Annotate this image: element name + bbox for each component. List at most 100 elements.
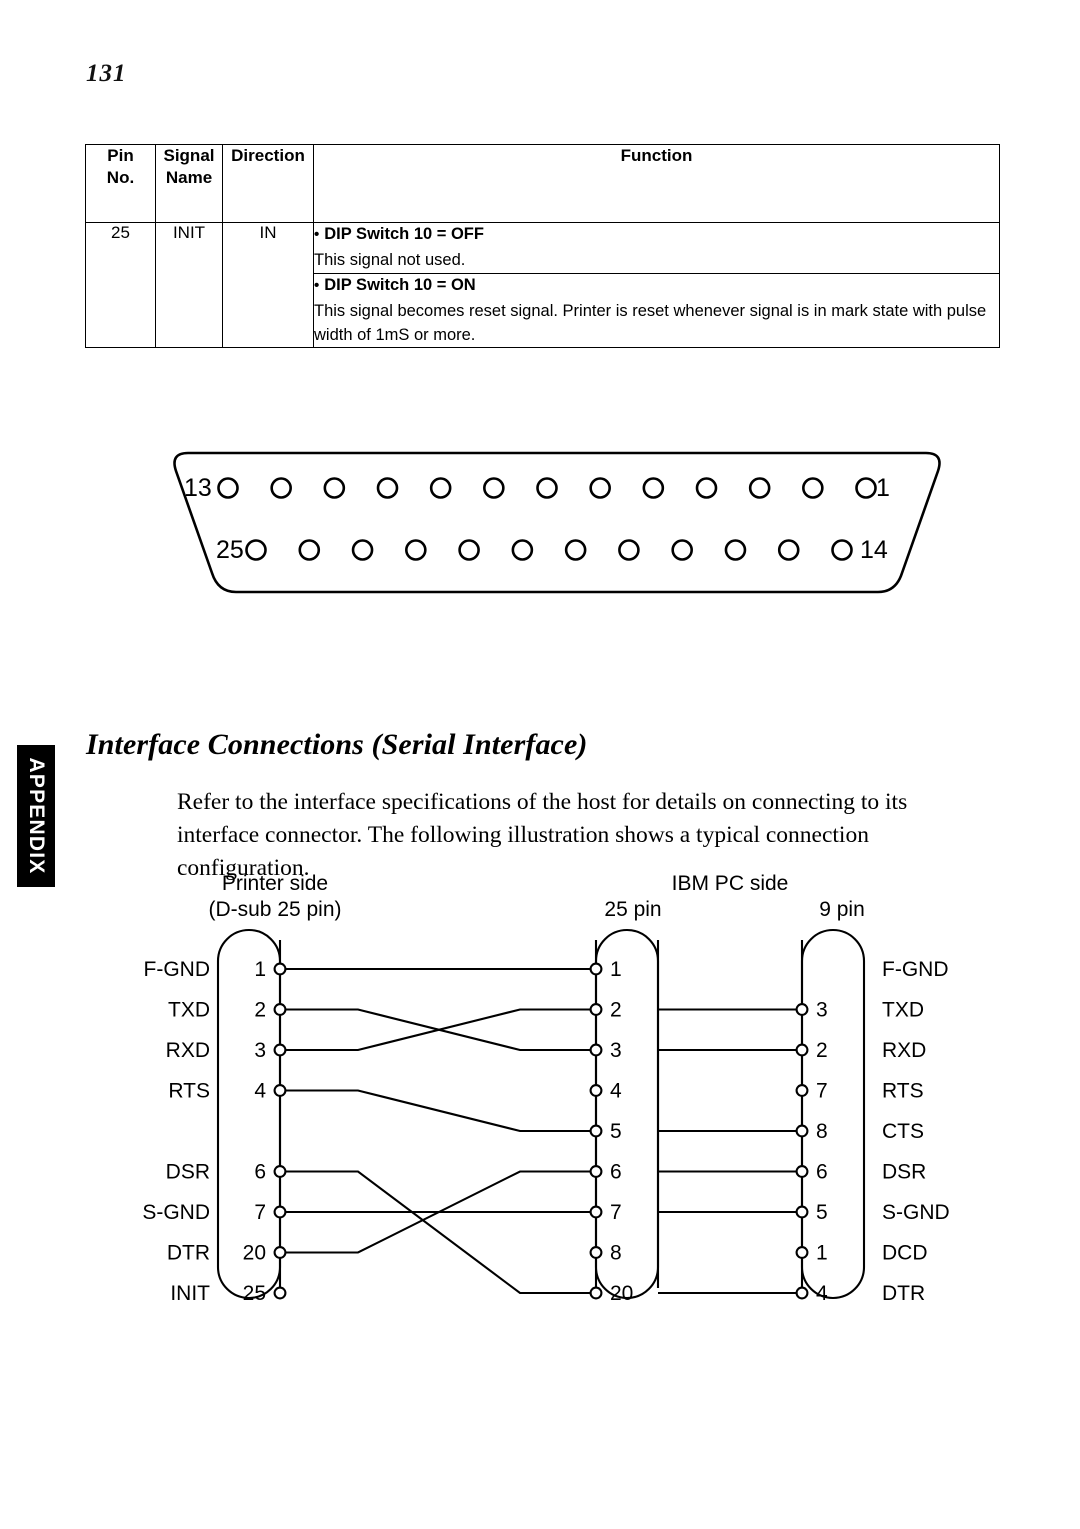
table-row: 25 INIT IN • DIP Switch 10 = OFF This sig… <box>85 221 1000 349</box>
caption-ibm-9pin: 9 pin <box>819 898 865 921</box>
ibm9-pin-hole <box>795 1124 809 1138</box>
printer-pin-hole <box>273 1165 287 1178</box>
printer-to-25pin-wires <box>280 967 596 1295</box>
printer-pin-number: 3 <box>254 1039 266 1062</box>
column-header-direction: Direction <box>222 144 314 223</box>
column-header-pin-no: Pin No. <box>85 144 156 223</box>
dsub-pin-hole <box>589 477 611 499</box>
pin-assignment-table: Pin No. Signal Name Direction Function 2… <box>85 144 1000 349</box>
function-bullet-text-off: DIP Switch 10 = OFF <box>324 225 484 243</box>
printer-pin-hole <box>273 1205 287 1219</box>
printer-pin-hole <box>273 1246 287 1259</box>
ibm9-pin-hole <box>795 1003 809 1016</box>
dsub-label-25: 25 <box>216 536 244 564</box>
printer-signal-label: DSR <box>166 1161 210 1184</box>
ibm25-pin-hole <box>589 1084 603 1097</box>
printer-pin-number: 4 <box>254 1080 266 1103</box>
ibm9-signal-label: RXD <box>882 1039 926 1062</box>
ibm9-signal-label: F-GND <box>882 958 949 981</box>
printer-pin-hole <box>273 1084 287 1097</box>
dsub-pin-hole <box>724 539 747 561</box>
dsub-pin-hole <box>245 539 267 561</box>
printer-signal-label: DTR <box>167 1242 210 1265</box>
table-header-row: Pin No. Signal Name Direction Function <box>85 144 1000 223</box>
ibm25-pin-number: 5 <box>610 1120 622 1143</box>
cell-direction: IN <box>222 221 314 349</box>
ibm9-signal-label: TXD <box>882 999 924 1022</box>
ibm9-pin-hole <box>795 1246 809 1259</box>
dsub-pin-hole <box>536 477 558 499</box>
cell-function-dipswitch-off: • DIP Switch 10 = OFF This signal not use… <box>313 222 1000 274</box>
header-signal-line2: Name <box>165 167 213 187</box>
function-bullet-text-on: DIP Switch 10 = ON <box>324 275 476 294</box>
dsub-pin-hole <box>748 477 771 499</box>
dsub-pin-hole <box>642 477 665 499</box>
dsub-pin-hole <box>618 539 640 561</box>
caption-printer-dsub: (D-sub 25 pin) <box>208 898 341 921</box>
dsub-pin-hole <box>298 539 321 561</box>
printer-signal-label: F-GND <box>144 958 211 981</box>
ibm9-signal-label: CTS <box>882 1120 924 1143</box>
ibm9-pin-hole <box>795 1165 809 1178</box>
dsub-pin-hole <box>217 477 239 499</box>
cell-pin-no: 25 <box>85 221 156 349</box>
ibm9-pin-hole <box>795 1084 809 1097</box>
25pin-to-9pin-wires <box>658 1008 802 1295</box>
ibm25-pin-hole <box>589 1165 603 1178</box>
bullet-dot-icon: • <box>314 226 320 243</box>
dsub-pin-hole <box>405 539 427 561</box>
printer-signal-label: RXD <box>166 1039 210 1062</box>
printer-signal-label: INIT <box>170 1282 210 1305</box>
ibm9-pin-number: 1 <box>816 1242 828 1265</box>
printer-pin-hole <box>273 1286 287 1300</box>
dsub-pin-hole <box>270 477 292 499</box>
wire-printer-to-25pin <box>280 1089 596 1133</box>
cell-function-dipswitch-on: • DIP Switch 10 = ON This signal becomes … <box>313 272 1000 349</box>
dsub-pin-hole <box>511 539 534 561</box>
ibm9-pin-hole <box>795 1205 809 1219</box>
serial-wiring-diagram: Printer side (D-sub 25 pin) IBM PC side … <box>142 872 950 1305</box>
header-pin-line1: Pin <box>107 146 134 165</box>
dsub-pin-hole <box>429 477 452 499</box>
ibm25-pin-number: 8 <box>610 1242 622 1265</box>
ibm25-pin-hole <box>589 1043 603 1057</box>
dsub-pin-hole <box>323 477 346 499</box>
printer-signal-label: S-GND <box>142 1201 210 1224</box>
ibm25-pin-group: 1 2 3 4 5 6 7 8 20 <box>589 958 633 1305</box>
caption-ibm-pc-side: IBM PC side <box>672 872 789 895</box>
ibm25-connector-shell <box>594 928 660 1300</box>
printer-pin-number: 20 <box>243 1242 266 1265</box>
function-body-on: This signal becomes reset signal. Printe… <box>314 302 987 344</box>
ibm9-signal-label: DCD <box>882 1242 928 1265</box>
printer-pin-hole <box>273 1003 287 1016</box>
ibm25-pin-number: 3 <box>610 1039 622 1062</box>
printer-pin-number: 25 <box>243 1282 266 1305</box>
ibm9-pin-hole <box>795 1043 809 1057</box>
cell-signal-name: INIT <box>155 221 223 349</box>
caption-ibm-25pin: 25 pin <box>604 898 661 921</box>
ibm9-pin-number: 6 <box>816 1161 828 1184</box>
dsub-pin-hole <box>855 477 877 499</box>
function-body-off: This signal not used. <box>314 251 466 270</box>
printer-pin-group: F-GND 1 TXD 2 RXD 3 RTS 4 DSR 6 S-GND 7 DTR 20 INIT 25 <box>142 958 287 1305</box>
dsub-pin-hole <box>695 477 718 499</box>
ibm9-pin-number: 5 <box>816 1201 828 1224</box>
dsub-pin-hole <box>483 477 505 499</box>
ibm25-pin-hole <box>589 1003 603 1016</box>
printer-pin-number: 2 <box>254 999 266 1022</box>
wire-printer-to-25pin <box>280 1008 596 1052</box>
dsub-bottom-pin-row <box>245 539 853 561</box>
ibm25-pin-number: 7 <box>610 1201 622 1224</box>
dsub-pin-hole <box>831 539 853 561</box>
function-bullet-heading-off: • DIP Switch 10 = OFF <box>314 223 999 246</box>
ibm25-pin-number: 1 <box>610 958 622 981</box>
appendix-side-tab: APPENDIX <box>17 745 55 887</box>
dsub-pin-hole <box>802 477 824 499</box>
ibm25-pin-number: 2 <box>610 999 622 1022</box>
column-header-signal-name: Signal Name <box>155 144 223 223</box>
dsub-top-pin-row <box>217 477 877 499</box>
ibm25-pin-number: 4 <box>610 1080 622 1103</box>
ibm9-pin-group: F-GND 3 TXD 2 RXD 7 RTS 8 CTS 6 DSR 5 S-GND 1 DCD 4 DTR <box>795 958 950 1305</box>
ibm9-pin-number: 3 <box>816 999 828 1022</box>
dsub-pin-hole <box>458 539 480 561</box>
